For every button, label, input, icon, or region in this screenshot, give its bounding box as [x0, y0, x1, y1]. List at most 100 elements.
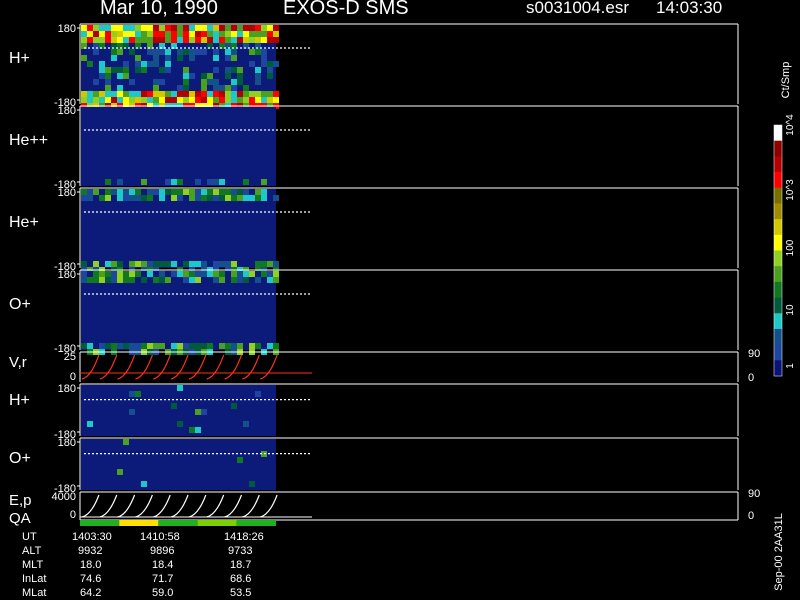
spectrogram-cell	[213, 79, 219, 85]
spectrogram-cell	[237, 73, 243, 79]
spectrogram-cell	[171, 25, 177, 31]
spectrogram-cell	[195, 271, 201, 277]
spectrogram-cell	[231, 85, 237, 91]
panel-o-2-	[77, 437, 739, 490]
spectrogram-cell	[117, 49, 123, 55]
spectrogram-cell	[99, 195, 105, 201]
colorbar-segment	[774, 172, 782, 189]
y-tick-label-top: 180	[58, 23, 76, 35]
spectrogram-cell	[189, 91, 195, 97]
spectrogram-cell	[87, 189, 93, 195]
spectrogram-cell	[141, 31, 147, 37]
spectrogram-cell	[105, 195, 111, 201]
spectrogram-cell	[243, 91, 249, 97]
spectrogram-cell	[81, 91, 87, 97]
spectrogram-cell	[213, 91, 219, 97]
spectrogram-cell	[243, 195, 249, 201]
spectrogram-cell	[195, 195, 201, 201]
spectrogram-cell	[183, 73, 189, 79]
spectrogram-cell	[159, 67, 165, 73]
spectrogram-cell	[105, 189, 111, 195]
spectrogram-cell	[231, 67, 237, 73]
spectrogram-cell	[195, 37, 201, 43]
spectrogram-cell	[105, 85, 111, 91]
spectrogram-cell	[159, 261, 165, 267]
spectrogram-cell	[117, 277, 123, 283]
spectrogram-cell	[123, 439, 129, 445]
spectrogram-cell	[177, 385, 183, 391]
spectrogram-cell	[189, 49, 195, 55]
spectrogram-cell	[81, 31, 87, 37]
spectrogram-cell	[129, 31, 135, 37]
spectrogram-cell	[111, 55, 117, 61]
spectrogram-cell	[105, 97, 111, 103]
spectrogram-cell	[129, 343, 135, 349]
spectrogram-cell	[183, 189, 189, 195]
spectrogram-cell	[93, 277, 99, 283]
spectrogram-cell	[231, 343, 237, 349]
spectrogram-cell	[273, 61, 279, 67]
spectrogram-cell	[93, 25, 99, 31]
panel-h-2-	[77, 383, 739, 436]
spectrogram-cell	[183, 37, 189, 43]
spectrogram-cell	[225, 73, 231, 79]
spectrogram-cell	[219, 25, 225, 31]
spectrogram-cell	[225, 261, 231, 267]
spectrogram-cell	[87, 195, 93, 201]
spectrogram-cell	[135, 37, 141, 43]
spectrogram-cell	[177, 189, 183, 195]
colorbar-segment	[774, 344, 782, 361]
spectrogram-cell	[129, 97, 135, 103]
spectrogram-cell	[255, 195, 261, 201]
spectrogram-cell	[99, 277, 105, 283]
spectrogram-cell	[201, 91, 207, 97]
ephem-label-alt: ALT	[22, 545, 42, 557]
spectrogram-cell	[231, 277, 237, 283]
spectrogram-cell	[189, 189, 195, 195]
y-tick-label-top: 4000	[52, 491, 76, 503]
spectrogram-cell	[135, 25, 141, 31]
colorbar-segment	[774, 266, 782, 283]
y-tick-label-top: 25	[64, 351, 76, 363]
spectrogram-cell	[177, 85, 183, 91]
spectrogram-cell	[183, 85, 189, 91]
spectrogram-cell	[183, 25, 189, 31]
spectrogram-cell	[123, 195, 129, 201]
spectrogram-cell	[165, 37, 171, 43]
spectrogram-cell	[225, 189, 231, 195]
spectrogram-cell	[81, 277, 87, 283]
spectrogram-cell	[231, 49, 237, 55]
spectrogram-cell	[195, 91, 201, 97]
spectrogram-cell	[249, 61, 255, 67]
spectrogram-cell	[189, 73, 195, 79]
spectrogram-cell	[177, 91, 183, 97]
spectrogram-cell	[105, 271, 111, 277]
spectrogram-cell	[195, 31, 201, 37]
spectrogram-cell	[183, 67, 189, 73]
spectrogram-cell	[87, 31, 93, 37]
spectrogram-cell	[123, 91, 129, 97]
spectrogram-cell	[189, 277, 195, 283]
ephem-inlat-1: 74.6	[80, 573, 102, 585]
ephem-label-inlat: InLat	[22, 573, 47, 585]
spectrogram-cell	[81, 55, 87, 61]
spectrogram-cell	[93, 97, 99, 103]
spectrogram-cell	[237, 343, 243, 349]
spectrogram-cell	[225, 195, 231, 201]
spectrogram-cell	[147, 261, 153, 267]
spectrogram-cell	[237, 37, 243, 43]
panel-he-	[77, 187, 739, 273]
spectrogram-cell	[255, 391, 261, 397]
spectrogram-cell	[213, 189, 219, 195]
spectrogram-cell	[153, 37, 159, 43]
colorbar-segment	[774, 297, 782, 314]
spectrogram-cell	[213, 31, 219, 37]
spectrogram-cell	[153, 61, 159, 67]
spectrogram-cell	[219, 91, 225, 97]
spectrogram-cell	[267, 343, 273, 349]
spectrogram-cell	[213, 179, 219, 185]
spectrogram-cell	[177, 179, 183, 185]
spectrogram-cell	[207, 189, 213, 195]
spectrogram-cell	[153, 85, 159, 91]
colorbar-segment	[774, 156, 782, 173]
